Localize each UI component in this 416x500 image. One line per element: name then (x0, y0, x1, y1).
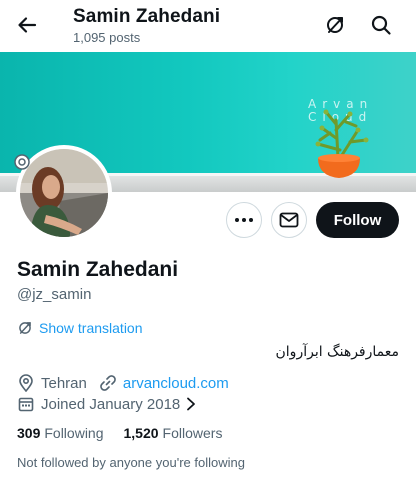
plant-pot-illustration (315, 109, 369, 178)
message-button[interactable] (271, 202, 307, 238)
more-options-icon (235, 218, 253, 222)
profile-bio: معمارفرهنگ ابرآروان (275, 344, 399, 360)
mail-icon (279, 212, 299, 228)
more-options-button[interactable] (226, 202, 262, 238)
follow-button[interactable]: Follow (316, 202, 399, 238)
back-button[interactable] (12, 10, 42, 40)
followers-label: Followers (162, 425, 223, 441)
followers-link[interactable]: 1,520 Followers (124, 425, 223, 441)
follow-stats: 309 Following 1,520 Followers (17, 425, 222, 441)
avatar-photo (20, 149, 108, 237)
profile-meta-row: Tehran arvancloud.com (17, 374, 229, 392)
profile-joined-date: Joined January 2018 (41, 395, 181, 413)
following-label: Following (44, 425, 104, 441)
profile-handle: @jz_samin (17, 286, 92, 303)
followed-by-text: Not followed by anyone you're following (17, 455, 245, 470)
chevron-right-icon (187, 397, 196, 411)
post-count: 1,095 posts (73, 30, 141, 45)
show-translation-label: Show translation (39, 320, 143, 336)
profile-name: Samin Zahedani (17, 258, 179, 281)
following-link[interactable]: 309 Following (17, 425, 104, 441)
translate-icon (19, 322, 31, 334)
search-button[interactable] (368, 12, 394, 38)
translate-button[interactable] (322, 12, 348, 38)
link-icon (99, 374, 117, 392)
search-icon (371, 15, 391, 35)
profile-location: Tehran (41, 374, 87, 392)
location-icon (17, 374, 35, 392)
followers-count: 1,520 (123, 425, 159, 441)
joined-row[interactable]: Joined January 2018 (17, 395, 196, 413)
verified-creator-badge-icon (14, 154, 30, 170)
translate-icon (327, 17, 343, 33)
header-title: Samin Zahedani (73, 6, 221, 27)
show-translation-link[interactable]: Show translation (17, 320, 143, 336)
back-arrow-icon (18, 17, 37, 33)
following-count: 309 (17, 425, 41, 441)
calendar-icon (17, 395, 35, 413)
profile-website-link[interactable]: arvancloud.com (123, 375, 229, 392)
profile-header: Samin Zahedani 1,095 posts (0, 0, 416, 52)
